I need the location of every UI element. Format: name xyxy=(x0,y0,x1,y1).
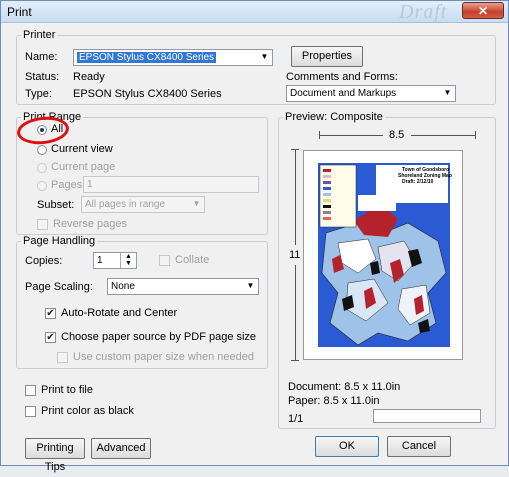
subset-select[interactable]: All pages in range ▼ xyxy=(81,196,205,213)
printing-tips-button[interactable]: Printing Tips xyxy=(25,438,85,473)
copies-label: Copies: xyxy=(25,255,63,267)
width-dimension-line-right xyxy=(411,135,475,136)
cancel-button[interactable]: Cancel xyxy=(387,436,451,457)
spin-arrows-icon[interactable]: ▲ ▼ xyxy=(120,253,136,268)
auto-rotate-checkbox[interactable]: ✔ xyxy=(45,308,56,319)
chevron-down-icon: ▼ xyxy=(246,281,255,290)
advanced-button[interactable]: Advanced xyxy=(91,438,151,459)
subset-value: All pages in range xyxy=(85,199,166,210)
checkmark-icon: ✔ xyxy=(46,332,55,343)
printer-name-label: Name: xyxy=(25,51,58,63)
print-color-black-label: Print color as black xyxy=(41,405,134,417)
printer-name-select[interactable]: EPSON Stylus CX8400 Series ▼ xyxy=(73,49,273,66)
paper-source-checkbox[interactable]: ✔ xyxy=(45,332,56,343)
type-label: Type: xyxy=(25,88,52,100)
print-color-black-checkbox[interactable] xyxy=(25,406,36,417)
printer-name-value: EPSON Stylus CX8400 Series xyxy=(77,52,217,63)
close-button[interactable]: ✕ xyxy=(462,2,504,19)
status-label: Status: xyxy=(25,71,60,83)
map-graphic xyxy=(318,163,450,347)
page-scaling-select[interactable]: None ▼ xyxy=(107,278,259,295)
width-dimension-tick-right xyxy=(475,131,476,139)
map-title-3: Draft: 2/12/10 xyxy=(402,179,434,185)
custom-paper-label: Use custom paper size when needed xyxy=(73,351,254,363)
preview-page-thumbnail: Town of Goodsboro Shoreland Zoning Map D… xyxy=(303,150,463,360)
properties-button[interactable]: Properties xyxy=(291,46,363,67)
chevron-down-icon: ▼ xyxy=(260,52,269,61)
copies-value: 1 xyxy=(97,255,103,266)
print-dialog: Print Draft ✕ Printer Name: EPSON Stylus… xyxy=(0,0,509,473)
page-scaling-value: None xyxy=(111,281,135,292)
height-dimension-line-top xyxy=(295,149,296,245)
auto-rotate-label: Auto-Rotate and Center xyxy=(61,307,178,319)
custom-paper-checkbox[interactable] xyxy=(57,352,68,363)
radio-current-page[interactable] xyxy=(37,163,47,173)
page-scaling-label: Page Scaling: xyxy=(25,281,93,293)
type-value: EPSON Stylus CX8400 Series xyxy=(73,88,222,100)
title-bar: Print Draft ✕ xyxy=(1,1,508,23)
page-handling-label: Page Handling xyxy=(23,235,96,247)
background-watermark: Draft xyxy=(399,1,448,23)
paper-source-label: Choose paper source by PDF page size xyxy=(61,331,257,343)
subset-label: Subset: xyxy=(37,199,75,211)
ok-button[interactable]: OK xyxy=(315,436,379,457)
reverse-pages-label: Reverse pages xyxy=(53,218,127,230)
radio-pages[interactable] xyxy=(37,181,47,191)
close-icon: ✕ xyxy=(477,4,489,18)
print-to-file-checkbox[interactable] xyxy=(25,385,36,396)
radio-current-view[interactable] xyxy=(37,145,47,155)
status-value: Ready xyxy=(73,71,105,83)
page-slider[interactable] xyxy=(373,409,481,423)
printer-group-label: Printer xyxy=(23,29,56,41)
height-dimension-label: 11 xyxy=(289,249,301,261)
collate-label: Collate xyxy=(175,254,210,266)
radio-current-view-label: Current view xyxy=(51,143,113,155)
copies-stepper[interactable]: 1 ▲ ▼ xyxy=(93,252,137,269)
checkmark-icon: ✔ xyxy=(46,308,55,319)
collate-checkbox[interactable] xyxy=(159,255,170,266)
map-image: Town of Goodsboro Shoreland Zoning Map D… xyxy=(318,163,452,347)
window-title: Print xyxy=(7,5,32,19)
radio-pages-label: Pages xyxy=(51,179,83,191)
reverse-pages-checkbox[interactable] xyxy=(37,219,48,230)
print-to-file-label: Print to file xyxy=(41,384,93,396)
comments-forms-select[interactable]: Document and Markups ▼ xyxy=(286,85,456,102)
paper-size: Paper: 8.5 x 11.0in xyxy=(288,395,380,407)
comments-forms-value: Document and Markups xyxy=(290,88,397,99)
height-dimension-line-bottom xyxy=(295,265,296,361)
width-dimension-label: 8.5 xyxy=(389,129,405,141)
page-counter: 1/1 xyxy=(288,413,304,425)
chevron-down-icon: ▼ xyxy=(443,88,452,97)
pages-input[interactable]: 1 xyxy=(83,176,259,193)
preview-label: Preview: Composite xyxy=(285,111,383,123)
document-size: Document: 8.5 x 11.0in xyxy=(288,381,401,393)
chevron-down-icon: ▼ xyxy=(192,199,201,208)
comments-forms-label: Comments and Forms: xyxy=(286,71,398,83)
height-dimension-tick-bottom xyxy=(291,360,299,361)
width-dimension-line-left xyxy=(319,135,383,136)
radio-current-page-label: Current page xyxy=(51,161,116,173)
